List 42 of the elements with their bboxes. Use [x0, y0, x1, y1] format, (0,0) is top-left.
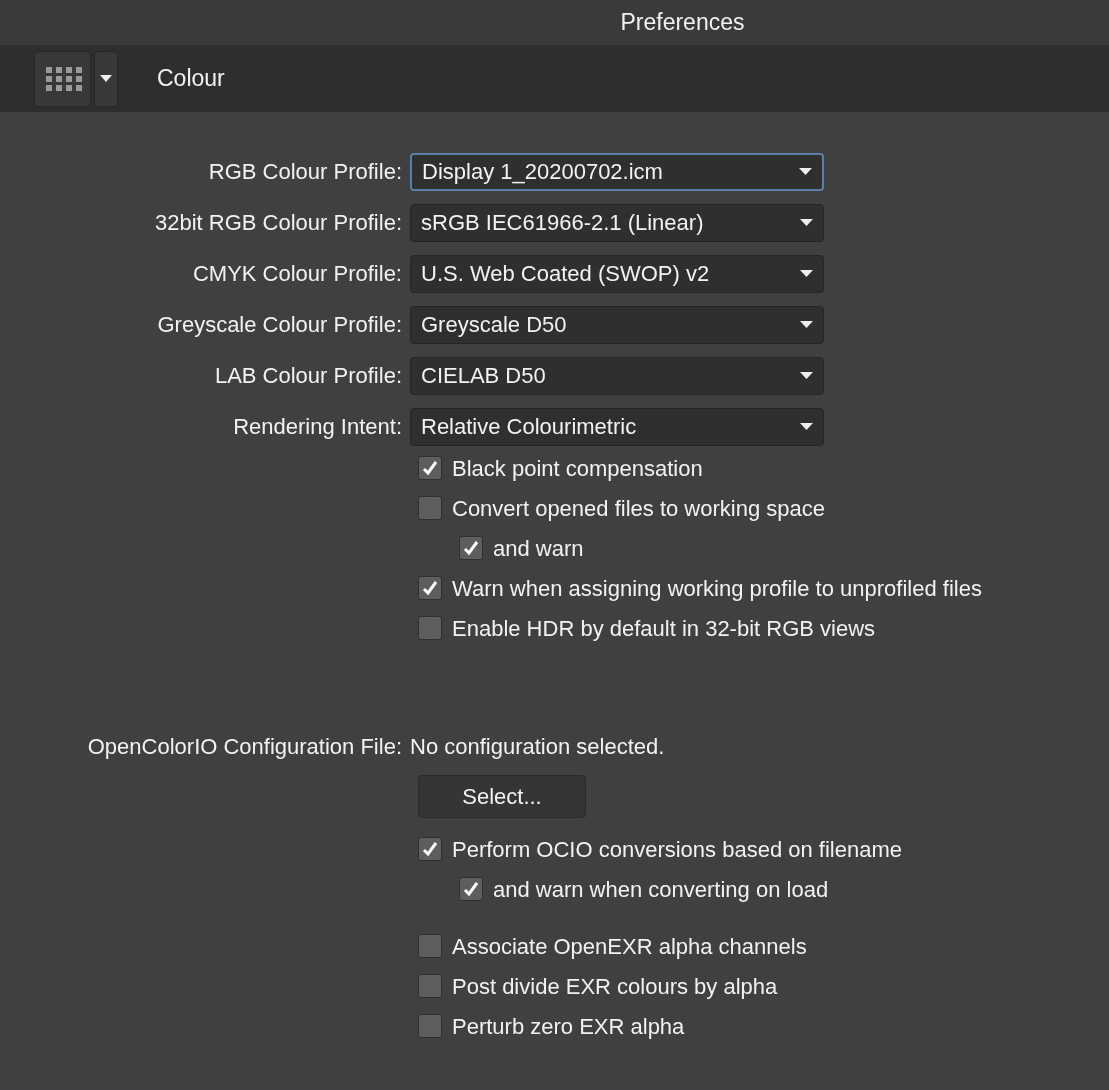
check-icon	[422, 580, 438, 596]
checkbox[interactable]: Perturb zero EXR alpha	[418, 1006, 685, 1046]
caret-icon	[800, 270, 813, 277]
caret-icon	[800, 219, 813, 226]
checkbox[interactable]: Perform OCIO conversions based on filename	[418, 829, 902, 869]
field-label: Greyscale Colour Profile:	[156, 311, 403, 339]
checkbox[interactable]: and warn when converting on load	[459, 869, 829, 909]
dropdown[interactable]: CIELAB D50	[410, 356, 824, 395]
checkbox[interactable]: Convert opened files to working space	[418, 488, 825, 528]
check-icon	[422, 841, 438, 857]
grid-view-button[interactable]	[34, 50, 91, 107]
field-label: OpenColorIO Configuration File:	[86, 733, 403, 761]
dropdown[interactable]: Display 1_20200702.icm	[410, 152, 824, 191]
dropdown[interactable]: Greyscale D50	[410, 305, 824, 344]
section-title: Colour	[157, 64, 225, 94]
field-label: RGB Colour Profile:	[207, 158, 403, 186]
field-label: 32bit RGB Colour Profile:	[154, 209, 403, 237]
checkbox[interactable]: Black point compensation	[418, 448, 703, 488]
field-label: Rendering Intent:	[232, 413, 403, 441]
dropdown[interactable]: U.S. Web Coated (SWOP) v2	[410, 254, 824, 293]
field-label: CMYK Colour Profile:	[191, 260, 403, 288]
checkbox[interactable]: and warn	[459, 528, 584, 568]
check-icon	[463, 881, 479, 897]
window-title: Preferences	[620, 8, 745, 38]
caret-icon	[799, 168, 812, 175]
dropdown[interactable]: sRGB IEC61966-2.1 (Linear)	[410, 203, 824, 242]
dropdown[interactable]: Relative Colourimetric	[410, 407, 824, 446]
grid-icon	[43, 65, 82, 92]
checkbox[interactable]: Post divide EXR colours by alpha	[418, 966, 778, 1006]
checkbox[interactable]: Associate OpenEXR alpha channels	[418, 926, 807, 966]
field-value: No configuration selected.	[410, 733, 665, 761]
checkbox[interactable]: Warn when assigning working profile to unprofiled files	[418, 568, 982, 608]
dropdown-button[interactable]	[94, 50, 118, 107]
check-icon	[463, 540, 479, 556]
check-icon	[422, 460, 438, 476]
select-button[interactable]: Select...	[418, 775, 586, 818]
field-label: LAB Colour Profile:	[213, 362, 403, 390]
caret-icon	[100, 75, 112, 82]
checkbox[interactable]: Enable HDR by default in 32-bit RGB views	[418, 608, 876, 648]
caret-icon	[800, 423, 813, 430]
caret-icon	[800, 321, 813, 328]
caret-icon	[800, 372, 813, 379]
